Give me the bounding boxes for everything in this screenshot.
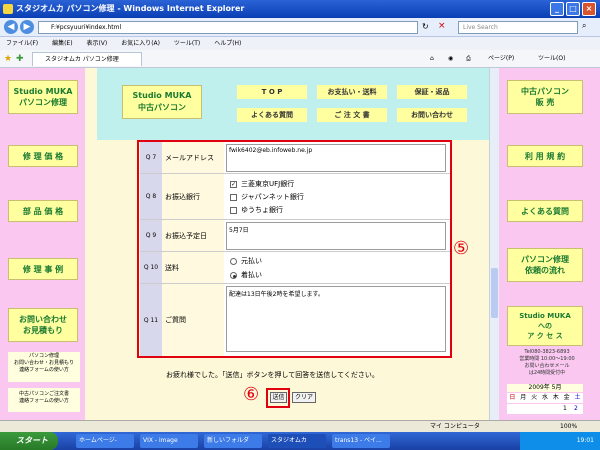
menu-edit[interactable]: 編集(E) [52,40,72,47]
nav-order[interactable]: ご 注 文 書 [317,108,387,122]
start-button[interactable]: スタート [0,432,58,450]
status-bar: マイ コンピュータ 100% [0,420,600,432]
menu-tools[interactable]: ツール(T) [174,40,200,47]
forward-icon[interactable]: ▶ [20,20,34,34]
refresh-icon[interactable]: ↻ [422,22,429,31]
taskbar-item[interactable]: VIX - image [140,434,198,448]
right-btn-used-pc[interactable]: 中古パソコン 販 売 [507,80,583,114]
minimize-button[interactable]: _ [550,2,564,16]
calendar-day: 2 [574,405,578,412]
ie-icon [3,4,13,14]
calendar-weekdays: 日 月 火 水 木 金 土 [507,393,583,403]
scrollbar[interactable] [489,68,499,420]
clock: 19:01 [576,437,594,444]
weekday-fri: 金 [563,394,570,401]
left-btn-repair-cases[interactable]: 修 理 事 例 [8,258,78,280]
annotation-six: ⑥ [243,384,260,405]
window-title: スタジオムカ パソコン修理 - Windows Internet Explore… [16,4,245,13]
clear-button[interactable]: クリア [292,392,316,403]
print-icon[interactable]: ⎙ [466,50,471,68]
right-btn-terms[interactable]: 利 用 規 約 [507,145,583,167]
right-btn-repair-flow[interactable]: パソコン修理 依頼の流れ [507,248,583,282]
nav-faq[interactable]: よくある質問 [237,108,307,122]
nav-top[interactable]: T O P [237,85,307,99]
add-favorite-icon[interactable]: ✚ [16,50,24,68]
favorites-star-icon[interactable]: ★ [4,50,12,68]
menu-bar: ファイル(F) 編集(E) 表示(V) お気に入り(A) ツール(T) ヘルプ(… [0,37,600,50]
annotation-five: ⑤ [453,238,470,259]
weekday-thu: 木 [552,394,559,401]
right-btn-faq[interactable]: よくある質問 [507,200,583,222]
left-btn-repair-price[interactable]: 修 理 価 格 [8,145,78,167]
taskbar: スタート ホームページ- VIX - image 新しいフォルダ スタジオムカ … [0,432,600,450]
site-logo[interactable]: Studio MUKA 中古パソコン [122,85,202,119]
calendar-title: 2009年 5月 [507,384,583,392]
left-link-repair-form[interactable]: パソコン修理 お問い合わせ・お見積もり 連絡フォームの使い方 [8,352,80,382]
contact-info: Tel080-3823-6893 営業時間 10:00～19:00 お問い合わせ… [519,349,575,376]
calendar-days: 1 2 [507,404,583,414]
menu-file[interactable]: ファイル(F) [6,40,38,47]
home-icon[interactable]: ⌂ [430,50,434,68]
system-tray: 19:01 [520,432,600,450]
browser-tab[interactable]: スタジオムカ パソコン修理 [32,52,142,66]
weekday-tue: 火 [531,394,538,401]
annotation-box-form [137,140,452,358]
weekday-wed: 水 [541,394,548,401]
left-link-order-form[interactable]: 中古パソコンご注文書 連絡フォームの使い方 [8,388,80,412]
feeds-icon[interactable]: ◉ [448,50,453,68]
weekday-sat: 土 [574,394,581,401]
taskbar-item-active[interactable]: スタジオムカ [268,434,326,448]
stop-icon[interactable]: × [438,21,446,31]
menu-help[interactable]: ヘルプ(H) [214,40,241,47]
taskbar-item[interactable]: ホームページ- [76,434,134,448]
taskbar-item[interactable]: 新しいフォルダ [204,434,262,448]
left-btn-parts-price[interactable]: 部 品 価 格 [8,200,78,222]
left-btn-contact[interactable]: お問い合わせ お見積もり [8,308,78,342]
address-bar: ◀ ▶ F:¥pcsyuuri¥index.html ↻ × Live Sear… [0,18,600,37]
left-btn-pc-repair[interactable]: Studio MUKA パソコン修理 [8,80,78,114]
page-menu[interactable]: ページ(P) [488,50,514,68]
search-icon[interactable]: ⌕ [582,21,586,31]
scrollbar-thumb[interactable] [491,268,498,318]
nav-warranty[interactable]: 保証・返品 [397,85,467,99]
instructions-text: お疲れ様でした。「送信」ボタンを押して回答を送信してください。 [166,371,379,379]
tools-menu[interactable]: ツール(O) [538,50,565,68]
window-title-bar: スタジオムカ パソコン修理 - Windows Internet Explore… [0,0,600,18]
menu-view[interactable]: 表示(V) [86,40,107,47]
nav-contact[interactable]: お問い合わせ [397,108,467,122]
calendar-day: 1 [563,405,567,412]
weekday-sun: 日 [509,394,516,401]
search-input[interactable]: Live Search [458,21,578,34]
back-icon[interactable]: ◀ [4,20,18,34]
nav-payment[interactable]: お支払い・送料 [317,85,387,99]
menu-favorites[interactable]: お気に入り(A) [121,40,160,47]
maximize-button[interactable]: □ [566,2,580,16]
submit-button[interactable]: 送信 [270,392,287,403]
close-button[interactable]: × [582,2,596,16]
taskbar-item[interactable]: trans13 - ペイ... [332,434,390,448]
right-btn-access[interactable]: Studio MUKA への ア ク セ ス [507,306,583,346]
url-input[interactable]: F:¥pcsyuuri¥index.html [38,21,418,34]
weekday-mon: 月 [520,394,527,401]
favorites-bar: ★ ✚ スタジオムカ パソコン修理 ⌂ ◉ ⎙ ページ(P) ツール(O) [0,50,600,68]
